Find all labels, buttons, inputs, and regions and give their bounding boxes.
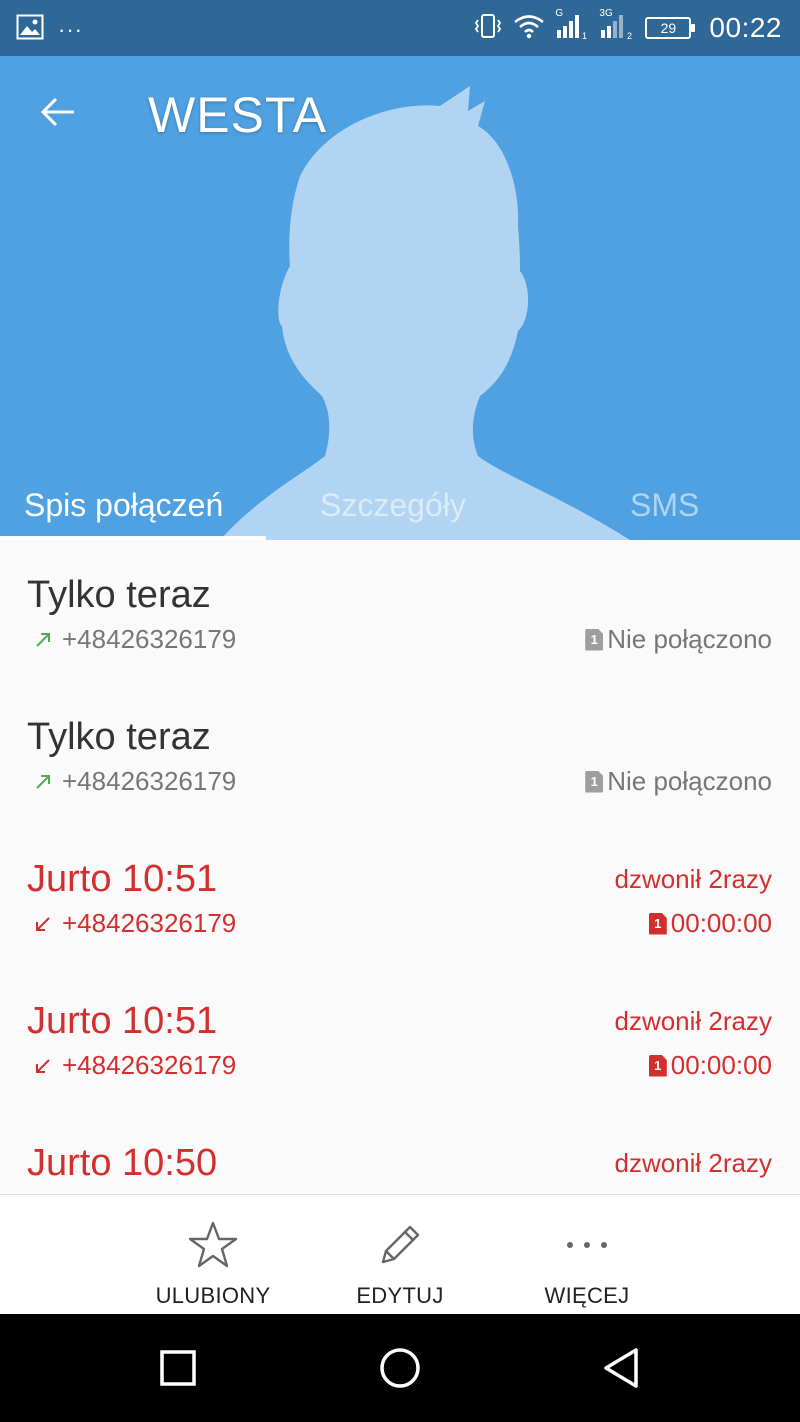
tab-call-log[interactable]: Spis połączeń	[24, 487, 223, 524]
call-count: dzwonił 2razy	[614, 864, 772, 894]
tab-bar: Spis połączeń Szczegóły SMS	[0, 460, 800, 540]
back-nav-button[interactable]	[592, 1338, 652, 1398]
system-nav-bar	[0, 1314, 800, 1422]
tab-sms[interactable]: SMS	[630, 487, 699, 524]
action-bar: ULUBIONY EDYTUJ WIĘCEJ	[0, 1194, 800, 1314]
sim-card-icon: 1	[648, 1054, 667, 1077]
call-log-row[interactable]: Jurto 10:51 dzwonił 2razy +48426326179 1…	[0, 824, 800, 966]
call-log-row[interactable]: Jurto 10:50 dzwonił 2razy	[0, 1108, 800, 1194]
call-duration: 00:00:00	[670, 908, 772, 938]
outgoing-call-icon	[36, 774, 50, 789]
signal-sim2-icon: 2 3G	[599, 8, 635, 45]
tab-details[interactable]: Szczegóły	[320, 487, 466, 524]
sim2-network-label: 3G	[599, 7, 613, 19]
call-status: Nie połączono	[607, 766, 772, 796]
phone-number: +48426326179	[62, 908, 237, 938]
image-icon	[16, 14, 44, 45]
sim-card-icon: 1	[585, 628, 604, 651]
more-dots-icon	[559, 1217, 615, 1273]
call-log-row[interactable]: Tylko teraz +48426326179 1 Nie połączono	[0, 682, 800, 824]
more-dots-icon: ···	[58, 16, 83, 42]
edit-label: EDYTUJ	[356, 1283, 444, 1308]
call-log-list[interactable]: Tylko teraz +48426326179 1 Nie połączono…	[0, 540, 800, 1194]
battery-icon: 29	[645, 17, 696, 39]
call-count: dzwonił 2razy	[614, 1148, 772, 1178]
phone-number: +48426326179	[62, 766, 237, 796]
pencil-icon	[372, 1217, 428, 1273]
phone-number: +48426326179	[62, 1050, 237, 1080]
call-status: Nie połączono	[607, 624, 772, 654]
favorite-label: ULUBIONY	[155, 1283, 271, 1308]
contact-name: WESTA	[148, 87, 328, 143]
triangle-back-icon	[604, 1348, 638, 1388]
svg-text:2: 2	[627, 31, 632, 40]
more-label: WIĘCEJ	[544, 1283, 630, 1308]
missed-call-icon	[36, 916, 50, 931]
sim-card-icon: 1	[648, 912, 667, 935]
arrow-left-icon	[40, 97, 74, 127]
signal-sim1-icon: 1 G	[555, 8, 589, 45]
more-button[interactable]: WIĘCEJ	[507, 1195, 667, 1315]
call-log-row[interactable]: Jurto 10:51 dzwonił 2razy +48426326179 1…	[0, 966, 800, 1108]
favorite-button[interactable]: ULUBIONY	[133, 1195, 293, 1315]
recent-apps-button[interactable]	[148, 1338, 208, 1398]
outgoing-call-icon	[36, 632, 50, 647]
sim1-network-label: G	[555, 7, 564, 19]
call-time: Tylko teraz	[27, 716, 211, 758]
status-time: 00:22	[709, 12, 782, 43]
star-icon	[185, 1217, 241, 1273]
call-time: Jurto 10:51	[27, 858, 218, 900]
wifi-icon	[513, 13, 545, 44]
call-log-row[interactable]: Tylko teraz +48426326179 1 Nie połączono	[0, 540, 800, 682]
call-duration: 00:00:00	[670, 1050, 772, 1080]
call-time: Jurto 10:51	[27, 1000, 218, 1042]
status-bar: ··· 1 G 2 3G 29 00:22	[0, 0, 800, 56]
vibrate-icon	[473, 13, 503, 44]
back-button[interactable]	[30, 84, 86, 140]
call-time: Jurto 10:50	[27, 1142, 218, 1184]
call-time: Tylko teraz	[27, 574, 211, 616]
circle-icon	[380, 1348, 420, 1388]
home-button[interactable]	[370, 1338, 430, 1398]
svg-text:1: 1	[582, 31, 587, 40]
edit-button[interactable]: EDYTUJ	[320, 1195, 480, 1315]
call-count: dzwonił 2razy	[614, 1006, 772, 1036]
phone-number: +48426326179	[62, 624, 237, 654]
contact-header: WESTA Spis połączeń Szczegóły SMS	[0, 56, 800, 540]
square-icon	[160, 1350, 196, 1386]
sim-card-icon: 1	[585, 770, 604, 793]
missed-call-icon	[36, 1058, 50, 1073]
